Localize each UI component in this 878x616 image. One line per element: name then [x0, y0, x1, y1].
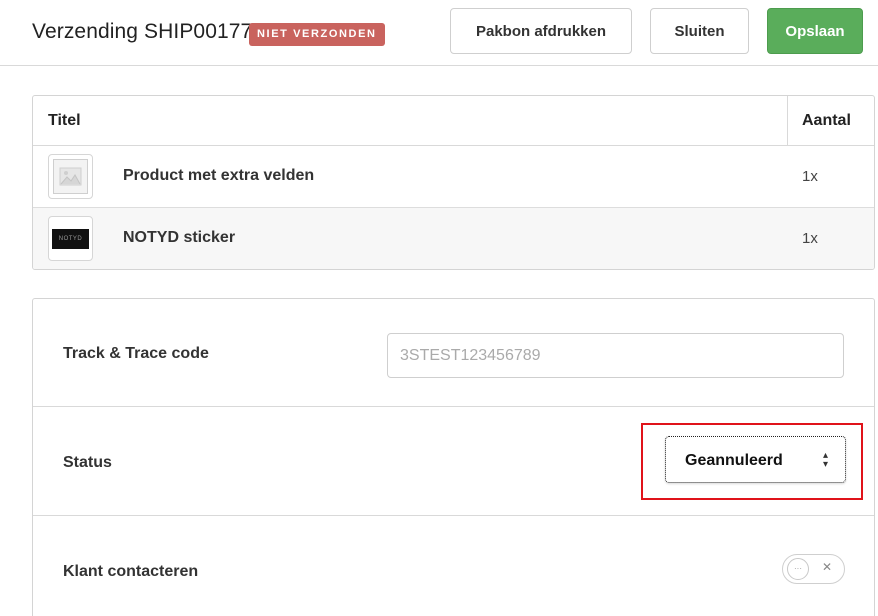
save-button[interactable]: Opslaan [767, 8, 863, 54]
items-table: Titel Aantal Product met extra velden 1x… [32, 95, 875, 270]
notyd-logo: NOTYD [52, 229, 89, 249]
status-select[interactable]: Geannuleerd ▴ ▾ [665, 436, 846, 483]
column-header-quantity: Aantal [802, 112, 851, 129]
table-row: Product met extra velden 1x [33, 146, 874, 208]
table-header: Titel Aantal [33, 96, 874, 146]
product-title: Product met extra velden [123, 167, 315, 184]
contact-customer-row: Klant contacteren ··· ✕ [33, 517, 874, 616]
track-trace-row: Track & Trace code [33, 299, 874, 407]
header: Verzending SHIP00177 NIET VERZONDEN Pakb… [0, 0, 878, 66]
product-title: NOTYD sticker [123, 229, 236, 246]
track-trace-input[interactable] [387, 333, 844, 378]
updown-arrows-icon: ▴ ▾ [822, 450, 828, 470]
toggle-knob: ··· [787, 558, 809, 580]
table-row: NOTYD NOTYD sticker 1x [33, 208, 874, 269]
print-packing-slip-button[interactable]: Pakbon afdrukken [450, 8, 632, 54]
product-thumbnail: NOTYD [48, 216, 93, 261]
close-icon: ✕ [822, 560, 833, 574]
track-trace-label: Track & Trace code [63, 345, 209, 362]
contact-customer-label: Klant contacteren [63, 563, 199, 580]
column-divider [787, 96, 788, 146]
product-thumbnail [48, 154, 93, 199]
close-button[interactable]: Sluiten [650, 8, 749, 54]
status-label: Status [63, 454, 112, 471]
column-header-title: Titel [48, 112, 81, 129]
contact-customer-toggle[interactable]: ··· ✕ [782, 554, 845, 584]
status-row: Status Geannuleerd ▴ ▾ [33, 408, 874, 516]
shipment-form: Track & Trace code Status Geannuleerd ▴▾… [32, 298, 875, 616]
page-title: Verzending SHIP00177 [32, 20, 253, 43]
status-badge: NIET VERZONDEN [249, 23, 385, 46]
image-placeholder-icon [53, 159, 88, 194]
product-quantity: 1x [802, 168, 818, 185]
status-selected-value: Geannuleerd [685, 452, 783, 469]
product-quantity: 1x [802, 230, 818, 247]
